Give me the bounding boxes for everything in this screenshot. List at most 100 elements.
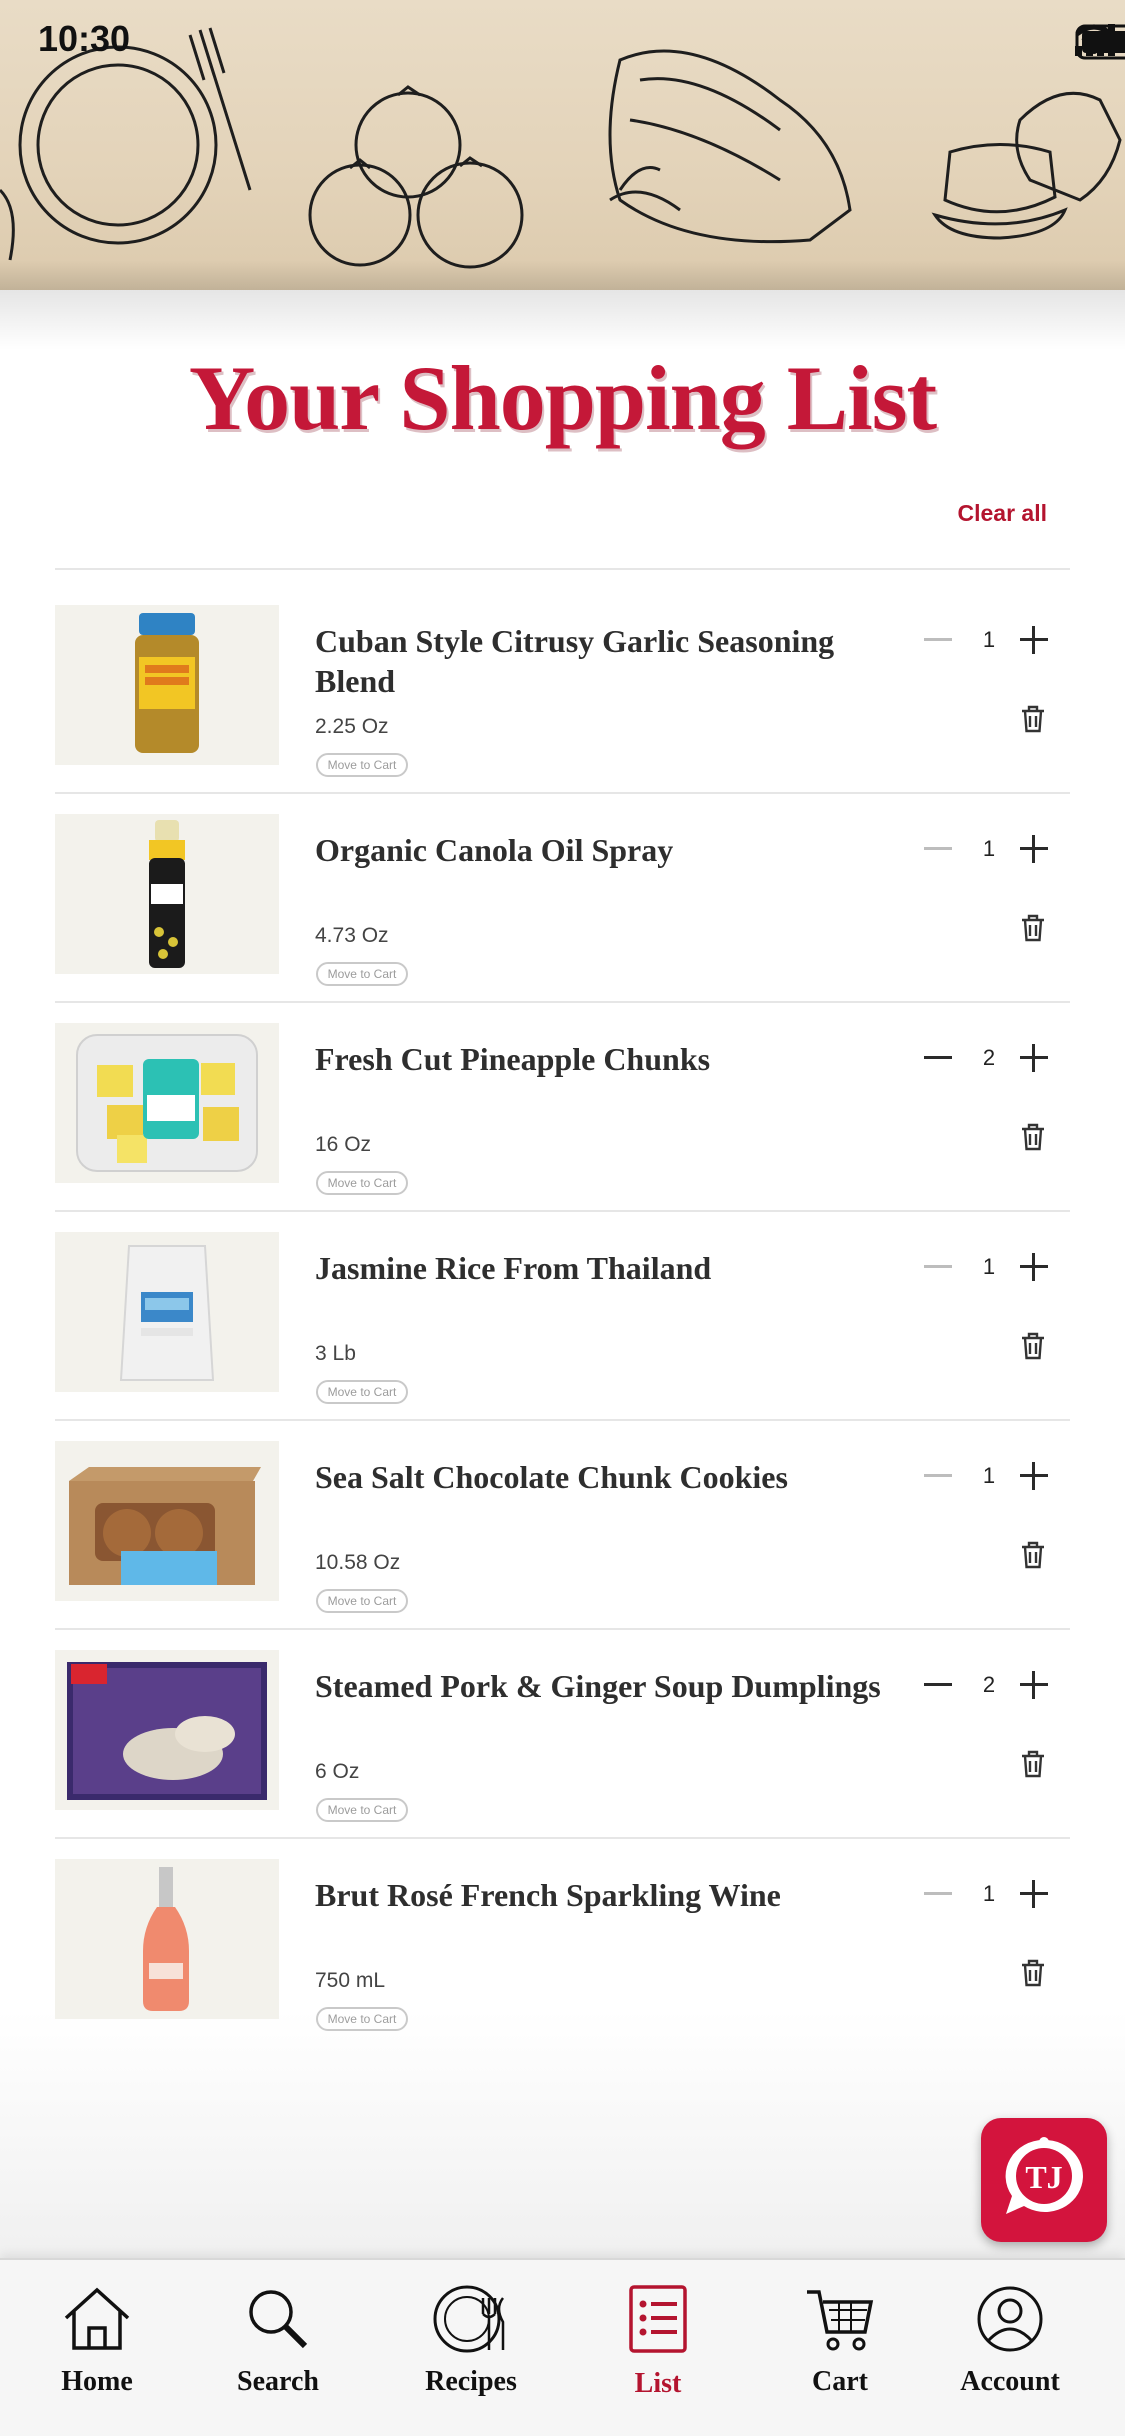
quantity-value: 1 [982, 1463, 996, 1488]
list-item: Fresh Cut Pineapple Chunks 16 Oz Move to… [55, 1003, 1070, 1212]
tab-recipes[interactable]: Recipes [391, 2284, 551, 2398]
trash-icon[interactable] [1020, 1123, 1046, 1151]
product-image[interactable] [55, 814, 279, 974]
svg-text:TJ: TJ [1025, 2159, 1062, 2195]
tj-chat-icon: TJ [1005, 2137, 1083, 2214]
decrease-quantity-button[interactable] [921, 1461, 955, 1491]
tab-label: List [634, 2368, 682, 2399]
product-image[interactable] [55, 1650, 279, 1810]
product-size: 4.73 Oz [315, 924, 389, 947]
trash-icon[interactable] [1020, 705, 1046, 733]
dumpling-box-image [67, 1662, 267, 1800]
move-to-cart-button[interactable]: Move to Cart [316, 1380, 408, 1404]
home-icon [64, 2287, 130, 2350]
trash-icon[interactable] [1020, 1332, 1046, 1360]
list-item: Organic Canola Oil Spray 4.73 Oz Move to… [55, 794, 1070, 1003]
tab-label: Account [960, 2366, 1060, 2397]
tab-list[interactable]: List [578, 2284, 738, 2400]
tab-cart[interactable]: Cart [760, 2284, 920, 2398]
quantity-value: 1 [982, 1254, 996, 1279]
tab-home[interactable]: Home [17, 2284, 177, 2398]
product-image[interactable] [55, 1023, 279, 1183]
list-item: Cuban Style Citrusy Garlic Seasoning Ble… [55, 585, 1070, 794]
product-name[interactable]: Sea Salt Chocolate Chunk Cookies [315, 1457, 895, 1497]
tab-label: Home [61, 2366, 133, 2397]
scroll-fade [0, 2010, 1125, 2260]
product-name[interactable]: Organic Canola Oil Spray [315, 830, 895, 870]
cart-icon [807, 2290, 874, 2351]
increase-quantity-button[interactable] [1017, 1041, 1051, 1075]
quantity-value: 2 [982, 1045, 996, 1070]
decrease-quantity-button[interactable] [921, 1043, 955, 1073]
move-to-cart-button[interactable]: Move to Cart [316, 962, 408, 986]
product-image[interactable] [55, 605, 279, 765]
move-to-cart-button[interactable]: Move to Cart [316, 753, 408, 777]
move-to-cart-button[interactable]: Move to Cart [316, 1798, 408, 1822]
decrease-quantity-button[interactable] [921, 1252, 955, 1282]
move-to-cart-button[interactable]: Move to Cart [316, 1589, 408, 1613]
trash-icon[interactable] [1020, 1750, 1046, 1778]
account-icon [977, 2286, 1043, 2352]
increase-quantity-button[interactable] [1017, 1250, 1051, 1284]
rice-bag-image [119, 1245, 215, 1381]
product-size: 3 Lb [315, 1342, 356, 1365]
food-sketch-illustration [0, 27, 1122, 269]
increase-quantity-button[interactable] [1017, 1668, 1051, 1702]
chat-assistant-button[interactable]: TJ [981, 2118, 1107, 2242]
battery-icon [1075, 24, 1125, 60]
product-image[interactable] [55, 1441, 279, 1601]
product-size: 750 mL [315, 1969, 386, 1992]
status-time: 10:30 [38, 18, 131, 59]
decrease-quantity-button[interactable] [921, 1879, 955, 1909]
move-to-cart-button[interactable]: Move to Cart [316, 1171, 408, 1195]
product-size: 16 Oz [315, 1133, 372, 1156]
product-image[interactable] [55, 1232, 279, 1392]
increase-quantity-button[interactable] [1017, 1877, 1051, 1911]
decrease-quantity-button[interactable] [921, 625, 955, 655]
product-image[interactable] [55, 1859, 279, 2019]
product-size: 2.25 Oz [315, 715, 389, 738]
recipes-icon [433, 2285, 505, 2353]
oil-spray-can-image [149, 820, 185, 968]
quantity-value: 1 [982, 836, 996, 861]
product-name[interactable]: Cuban Style Citrusy Garlic Seasoning Ble… [315, 621, 895, 701]
header-banner: 10:30 [0, 0, 1125, 290]
tab-label: Cart [812, 2366, 868, 2397]
page-title: Your Shopping List [188, 347, 937, 449]
increase-quantity-button[interactable] [1017, 832, 1051, 866]
search-icon [249, 2290, 308, 2349]
quantity-value: 1 [982, 1881, 996, 1906]
cookie-box-image [69, 1467, 261, 1585]
trash-icon[interactable] [1020, 914, 1046, 942]
increase-quantity-button[interactable] [1017, 1459, 1051, 1493]
list-item: Jasmine Rice From Thailand 3 Lb Move to … [55, 1212, 1070, 1421]
increase-quantity-button[interactable] [1017, 623, 1051, 657]
wine-bottle-image [143, 1867, 189, 2011]
trash-icon[interactable] [1020, 1541, 1046, 1569]
divider [55, 568, 1070, 570]
tab-label: Search [237, 2366, 319, 2397]
shopping-list: Cuban Style Citrusy Garlic Seasoning Ble… [55, 585, 1070, 2048]
list-item: Sea Salt Chocolate Chunk Cookies 10.58 O… [55, 1421, 1070, 1630]
tab-search[interactable]: Search [198, 2284, 358, 2398]
tab-label: Recipes [425, 2366, 517, 2397]
pineapple-container-image [76, 1034, 258, 1172]
decrease-quantity-button[interactable] [921, 1670, 955, 1700]
quantity-value: 2 [982, 1672, 996, 1697]
seasoning-jar-image [135, 613, 199, 753]
product-size: 6 Oz [315, 1760, 360, 1783]
clear-all-button[interactable]: Clear all [958, 500, 1048, 527]
product-name[interactable]: Steamed Pork & Ginger Soup Dumplings [315, 1666, 895, 1706]
decrease-quantity-button[interactable] [921, 834, 955, 864]
tab-account[interactable]: Account [930, 2284, 1090, 2398]
trash-icon[interactable] [1020, 1959, 1046, 1987]
product-name[interactable]: Jasmine Rice From Thailand [315, 1248, 895, 1288]
product-size: 10.58 Oz [315, 1551, 401, 1574]
quantity-value: 1 [982, 627, 996, 652]
list-item: Steamed Pork & Ginger Soup Dumplings 6 O… [55, 1630, 1070, 1839]
product-name[interactable]: Fresh Cut Pineapple Chunks [315, 1039, 895, 1079]
product-name[interactable]: Brut Rosé French Sparkling Wine [315, 1875, 895, 1915]
bottom-tab-bar: Home Search Recipes List Cart Account [0, 2258, 1125, 2436]
list-icon [629, 2285, 687, 2353]
banner-shadow [0, 290, 1125, 350]
